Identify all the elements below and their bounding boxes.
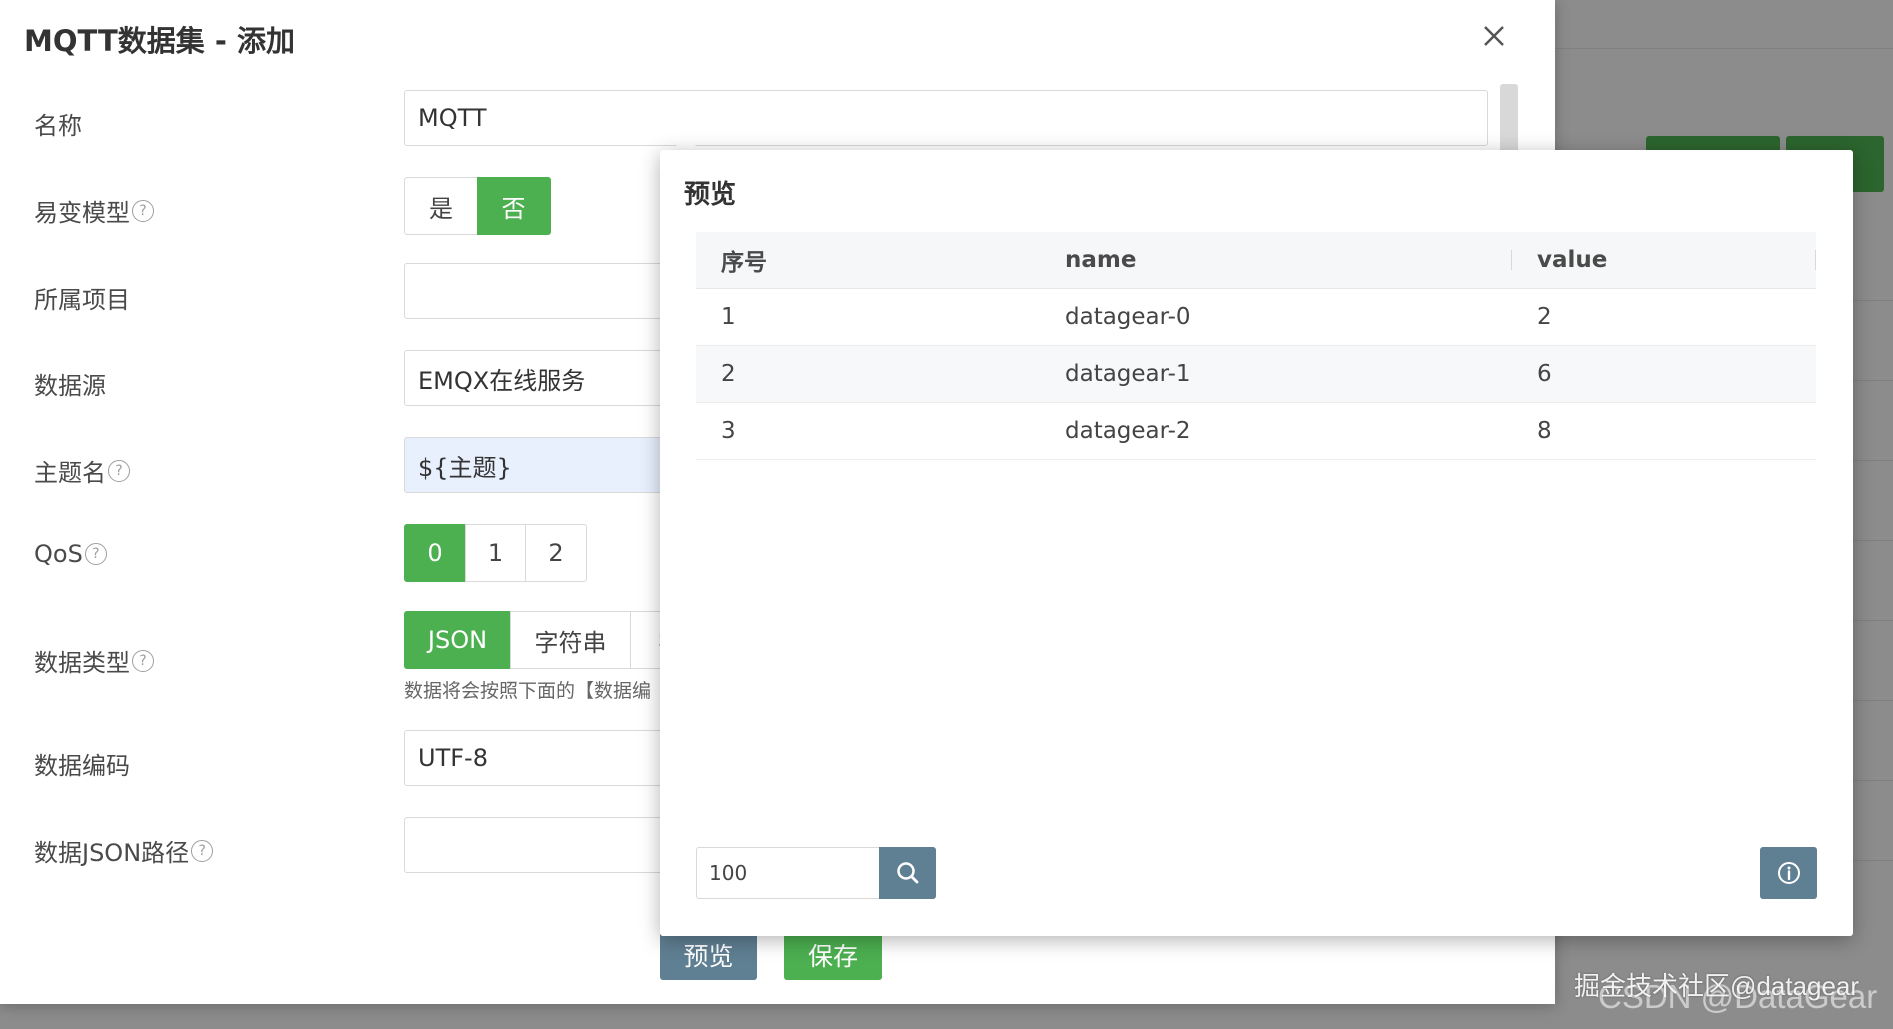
- table-row[interactable]: 2 datagear-1 6: [696, 345, 1816, 403]
- save-button[interactable]: 保存: [784, 930, 882, 980]
- data-type-hint: 数据将会按照下面的【数据编: [404, 680, 652, 702]
- result-count-input[interactable]: 100: [696, 847, 880, 899]
- preview-panel: 预览 序号 name value 1 datagear-0 2 2 datage…: [660, 150, 1853, 936]
- cell-value: 6: [1512, 345, 1816, 403]
- help-icon[interactable]: ?: [132, 649, 154, 672]
- data-type-label-text: 数据类型: [34, 649, 130, 677]
- encoding-select-value: UTF-8: [418, 744, 488, 772]
- table-header-row: 序号 name value: [696, 232, 1816, 289]
- encoding-label-text: 数据编码: [34, 752, 130, 780]
- column-header-name[interactable]: name: [1040, 232, 1512, 289]
- encoding-label: 数据编码: [34, 746, 130, 781]
- name-input-value: MQTT: [418, 104, 487, 132]
- column-header-index[interactable]: 序号: [696, 232, 1040, 289]
- qos-label-text: QoS: [34, 540, 83, 568]
- data-source-label: 数据源: [34, 366, 106, 401]
- name-label-text: 名称: [34, 112, 82, 140]
- cell-index: 3: [696, 402, 1040, 460]
- preview-pointer: [672, 136, 700, 150]
- cell-name: datagear-2: [1040, 402, 1512, 460]
- data-source-label-text: 数据源: [34, 372, 106, 400]
- cell-name: datagear-1: [1040, 345, 1512, 403]
- data-type-label: 数据类型 ?: [34, 643, 154, 678]
- dialog-title: MQTT数据集 - 添加: [24, 24, 295, 58]
- table-row[interactable]: 3 datagear-2 8: [696, 402, 1816, 460]
- qos-option-1[interactable]: 1: [464, 524, 527, 582]
- help-icon[interactable]: ?: [132, 199, 154, 222]
- json-path-label-text: 数据JSON路径: [34, 839, 190, 867]
- form-scrollbar[interactable]: [1500, 84, 1518, 154]
- help-icon[interactable]: ?: [84, 543, 107, 565]
- mutable-yes-option[interactable]: 是: [404, 177, 478, 235]
- column-header-value[interactable]: value: [1512, 232, 1816, 289]
- close-button[interactable]: [1478, 20, 1510, 52]
- json-path-label: 数据JSON路径 ?: [34, 833, 214, 868]
- info-icon: [1777, 862, 1800, 884]
- watermark: 掘金技术社区@datagear: [1574, 971, 1860, 1001]
- topic-input-value: ${主题}: [418, 453, 512, 482]
- table-row[interactable]: 1 datagear-0 2: [696, 288, 1816, 346]
- cell-name: datagear-0: [1040, 288, 1512, 346]
- mutable-model-label-text: 易变模型: [34, 199, 130, 227]
- info-button[interactable]: [1760, 847, 1817, 899]
- qos-label: QoS ?: [34, 540, 107, 568]
- qos-option-2[interactable]: 2: [525, 524, 587, 582]
- cell-index: 1: [696, 288, 1040, 346]
- help-icon[interactable]: ?: [191, 839, 214, 862]
- column-divider[interactable]: [1815, 250, 1816, 270]
- mutable-model-toggle: 是 否: [404, 177, 551, 235]
- mutable-model-label: 易变模型 ?: [34, 193, 154, 228]
- close-icon: [1484, 26, 1504, 46]
- topic-label-text: 主题名: [34, 459, 106, 487]
- qos-option-0[interactable]: 0: [404, 524, 466, 582]
- name-input[interactable]: MQTT: [404, 90, 1488, 146]
- project-label: 所属项目: [34, 280, 130, 315]
- topic-label: 主题名 ?: [34, 453, 130, 488]
- help-icon[interactable]: ?: [108, 459, 130, 482]
- data-source-input-value: EMQX在线服务: [418, 366, 586, 395]
- mutable-no-option[interactable]: 否: [476, 177, 551, 235]
- cell-index: 2: [696, 345, 1040, 403]
- preview-table: 序号 name value 1 datagear-0 2 2 datagear-…: [696, 232, 1816, 460]
- cell-value: 2: [1512, 288, 1816, 346]
- cell-value: 8: [1512, 402, 1816, 460]
- qos-toggle: 0 1 2: [404, 524, 587, 582]
- preview-title: 预览: [684, 180, 737, 210]
- search-icon: [896, 862, 918, 884]
- data-type-string-option[interactable]: 字符串: [509, 611, 632, 669]
- name-label: 名称: [34, 106, 82, 141]
- project-label-text: 所属项目: [34, 286, 130, 314]
- data-type-json-option[interactable]: JSON: [404, 611, 511, 669]
- preview-button[interactable]: 预览: [660, 930, 757, 980]
- refresh-preview-button[interactable]: [879, 847, 936, 899]
- result-count-value: 100: [709, 861, 748, 885]
